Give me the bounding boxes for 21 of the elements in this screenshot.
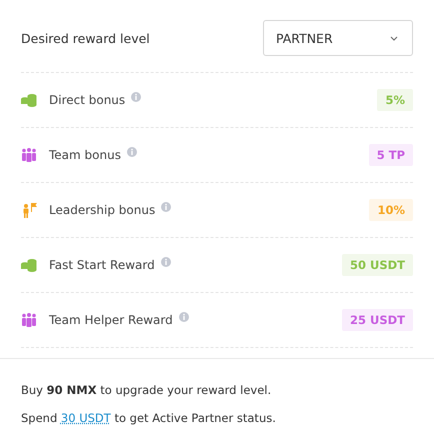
reward-value: 25 USDT xyxy=(342,309,413,331)
status-note: Spend 30 USDT to get Active Partner status. xyxy=(21,411,277,425)
reward-name: Team bonus xyxy=(49,148,121,162)
info-icon[interactable] xyxy=(161,202,172,212)
reward-value: 5 TP xyxy=(368,144,413,166)
reward-level-select[interactable]: PARTNER xyxy=(263,20,413,56)
chevron-down-icon xyxy=(390,36,398,40)
info-icon[interactable] xyxy=(160,257,171,267)
usdt-link[interactable]: 30 USDT xyxy=(60,411,111,425)
info-icon[interactable] xyxy=(131,92,142,102)
reward-value: 50 USDT xyxy=(342,254,413,276)
reward-name: Team Helper Reward xyxy=(49,313,173,327)
upgrade-note: Buy 90 NMX to upgrade your reward level. xyxy=(21,383,272,397)
reward-value: 10% xyxy=(369,199,413,221)
reward-name: Direct bonus xyxy=(49,93,126,107)
reward-level-label: Desired reward level xyxy=(21,30,150,46)
reward-name: Leadership bonus xyxy=(49,203,156,217)
info-icon[interactable] xyxy=(178,312,189,322)
reward-name: Fast Start Reward xyxy=(49,258,155,272)
info-icon[interactable] xyxy=(126,147,137,157)
reward-value: 5% xyxy=(377,89,413,111)
